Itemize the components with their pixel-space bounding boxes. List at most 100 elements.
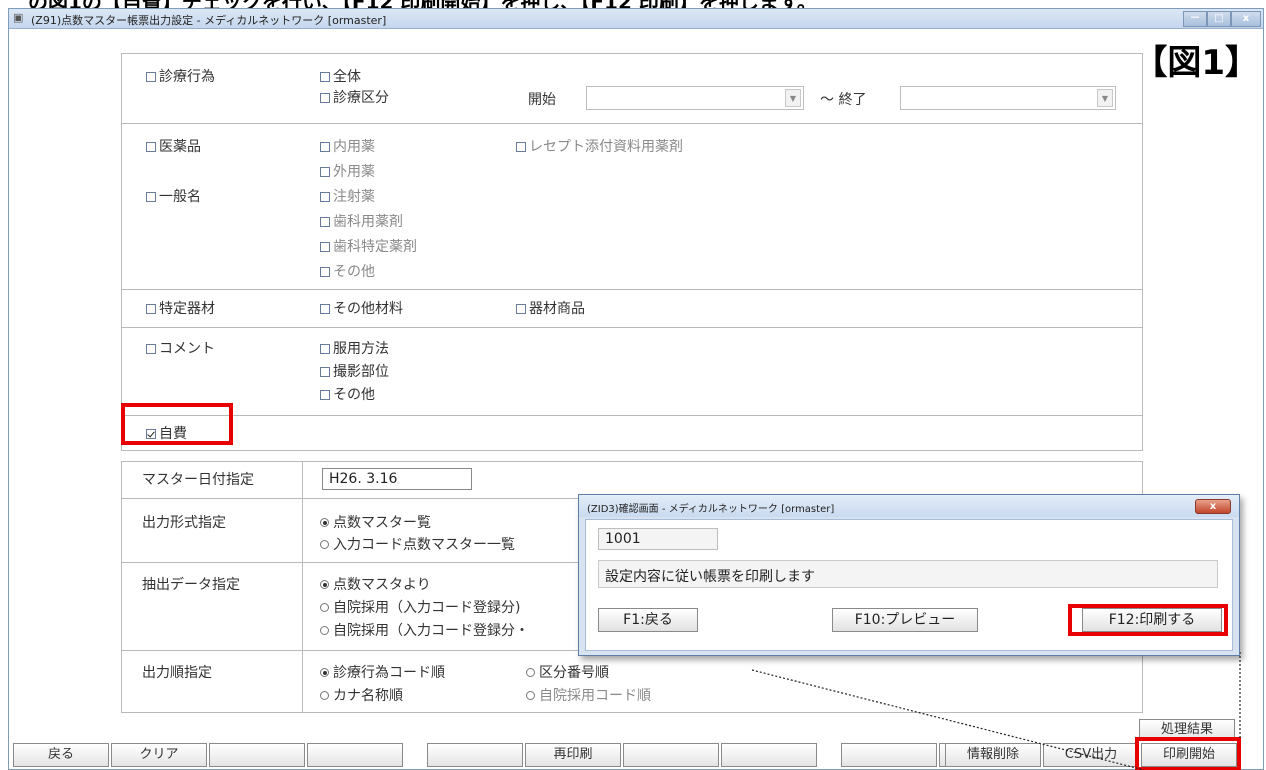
function-button-5[interactable]: [427, 743, 523, 767]
checkbox-comment-sonota[interactable]: その他: [320, 386, 375, 404]
app-icon: ▣: [13, 11, 24, 24]
checkbox-label: 器材商品: [529, 301, 585, 317]
maximize-icon[interactable]: □: [1207, 11, 1231, 27]
radio-selected-icon[interactable]: [320, 668, 329, 677]
radio-label: 自院採用（入力コード登録分): [333, 600, 521, 616]
checkbox-box[interactable]: [320, 344, 330, 354]
radio-icon[interactable]: [320, 603, 329, 612]
checkbox-receipt[interactable]: レセプト添付資料用薬剤: [516, 138, 683, 156]
checkbox-label: 外用薬: [333, 164, 375, 180]
checkbox-label: 歯科特定薬剤: [333, 239, 417, 255]
radio-icon[interactable]: [320, 540, 329, 549]
figure-label: 【図1】: [1133, 43, 1259, 83]
radio-label: 点数マスター覧: [333, 515, 431, 531]
radio-icon[interactable]: [320, 691, 329, 700]
function-button-9[interactable]: [841, 743, 937, 767]
radio-format-input[interactable]: 入力コード点数マスター一覧: [320, 536, 515, 554]
delete-info-button[interactable]: 情報削除: [945, 743, 1041, 767]
checkbox-satsuei[interactable]: 撮影部位: [320, 363, 389, 381]
radio-label: カナ名称順: [333, 688, 403, 704]
checkbox-box[interactable]: [320, 367, 330, 377]
checkbox-box[interactable]: [320, 217, 330, 227]
checkbox-box[interactable]: [146, 192, 156, 202]
checkbox-zentai[interactable]: 全体: [320, 68, 361, 86]
function-button-4[interactable]: [307, 743, 403, 767]
checkbox-box[interactable]: [516, 142, 526, 152]
checkbox-iyakuhin[interactable]: 医薬品: [146, 138, 201, 156]
checkbox-gaiyou[interactable]: 外用薬: [320, 163, 375, 181]
checkbox-box[interactable]: [320, 267, 330, 277]
radio-icon[interactable]: [320, 626, 329, 635]
checkbox-box[interactable]: [516, 304, 526, 314]
radio-icon[interactable]: [526, 691, 535, 700]
order-label: 出力順指定: [142, 665, 212, 681]
dialog-preview-button[interactable]: F10:プレビュー: [832, 608, 978, 632]
checkbox-box[interactable]: [146, 344, 156, 354]
clear-button[interactable]: クリア: [111, 743, 207, 767]
checkbox-box[interactable]: [320, 72, 330, 82]
checkbox-box[interactable]: [320, 390, 330, 400]
radio-extract-jiin2[interactable]: 自院採用（入力コード登録分・: [320, 622, 529, 640]
section-jihi: 自費: [122, 416, 1142, 452]
function-button-8[interactable]: [721, 743, 817, 767]
radio-selected-icon[interactable]: [320, 518, 329, 527]
dialog-titlebar: (ZID3)確認画面 - メディカルネットワーク [ormaster] x: [579, 495, 1239, 517]
radio-extract-master[interactable]: 点数マスタより: [320, 576, 431, 594]
checkbox-box[interactable]: [320, 304, 330, 314]
start-combo[interactable]: ▼: [586, 86, 804, 110]
checkbox-box[interactable]: [320, 242, 330, 252]
section-iyakuhin: 医薬品 一般名 内用薬 外用薬 注射薬 歯科用薬剤 歯科特定薬剤 その他 レセプ…: [122, 124, 1142, 290]
checkbox-box[interactable]: [146, 72, 156, 82]
checkbox-box[interactable]: [146, 304, 156, 314]
checkbox-label: 診療区分: [333, 90, 389, 106]
csv-output-button[interactable]: CSV出力: [1043, 743, 1139, 767]
checkbox-fukuyou[interactable]: 服用方法: [320, 340, 389, 358]
close-icon[interactable]: x: [1231, 11, 1261, 27]
checkbox-ippanmei[interactable]: 一般名: [146, 188, 201, 206]
checkbox-kubun[interactable]: 診療区分: [320, 89, 389, 107]
highlight-print-start: [1135, 737, 1241, 770]
checkbox-box[interactable]: [320, 167, 330, 177]
checkbox-tokutei[interactable]: 特定器材: [146, 300, 215, 318]
chevron-down-icon[interactable]: ▼: [785, 89, 801, 107]
checkbox-label: 全体: [333, 69, 361, 85]
checkbox-shinryo[interactable]: 診療行為: [146, 68, 215, 86]
checkbox-kizai-shohin[interactable]: 器材商品: [516, 300, 585, 318]
master-date-input[interactable]: H26. 3.16: [322, 468, 472, 490]
radio-extract-jiin1[interactable]: 自院採用（入力コード登録分): [320, 599, 520, 617]
start-label: 開始: [528, 92, 556, 108]
function-button-7[interactable]: [623, 743, 719, 767]
radio-order-kubun[interactable]: 区分番号順: [526, 664, 609, 682]
checkbox-box[interactable]: [320, 142, 330, 152]
checkbox-comment[interactable]: コメント: [146, 340, 215, 358]
reprint-button[interactable]: 再印刷: [525, 743, 621, 767]
checkbox-iyakuhin-sonota[interactable]: その他: [320, 263, 375, 281]
chevron-down-icon[interactable]: ▼: [1097, 89, 1113, 107]
end-combo[interactable]: ▼: [900, 86, 1116, 110]
function-button-3[interactable]: [209, 743, 305, 767]
radio-format-tensu[interactable]: 点数マスター覧: [320, 514, 431, 532]
radio-label: 診療行為コード順: [333, 665, 445, 681]
section-tokutei: 特定器材 その他材料 器材商品: [122, 290, 1142, 328]
back-button[interactable]: 戻る: [13, 743, 109, 767]
checkbox-naiyou[interactable]: 内用薬: [320, 138, 375, 156]
checkbox-label: 内用薬: [333, 139, 375, 155]
radio-order-kana[interactable]: カナ名称順: [320, 687, 403, 705]
checkbox-shika-tokutei[interactable]: 歯科特定薬剤: [320, 238, 417, 256]
close-icon[interactable]: x: [1195, 499, 1231, 514]
radio-order-jiin[interactable]: 自院採用コード順: [526, 687, 651, 705]
radio-icon[interactable]: [526, 668, 535, 677]
radio-label: 区分番号順: [539, 665, 609, 681]
window-title: (Z91)点数マスター帳票出力設定 - メディカルネットワーク [ormaste…: [31, 14, 387, 27]
checkbox-box[interactable]: [320, 192, 330, 202]
checkbox-shika-yakuzai[interactable]: 歯科用薬剤: [320, 213, 403, 231]
minimize-icon[interactable]: －: [1183, 11, 1207, 27]
checkbox-chusha[interactable]: 注射薬: [320, 188, 375, 206]
radio-order-code[interactable]: 診療行為コード順: [320, 664, 445, 682]
checkbox-box[interactable]: [320, 93, 330, 103]
checkbox-sonota-zairyo[interactable]: その他材料: [320, 300, 403, 318]
radio-selected-icon[interactable]: [320, 580, 329, 589]
highlight-dialog-print: [1068, 604, 1228, 636]
checkbox-box[interactable]: [146, 142, 156, 152]
dialog-back-button[interactable]: F1:戻る: [598, 608, 698, 632]
